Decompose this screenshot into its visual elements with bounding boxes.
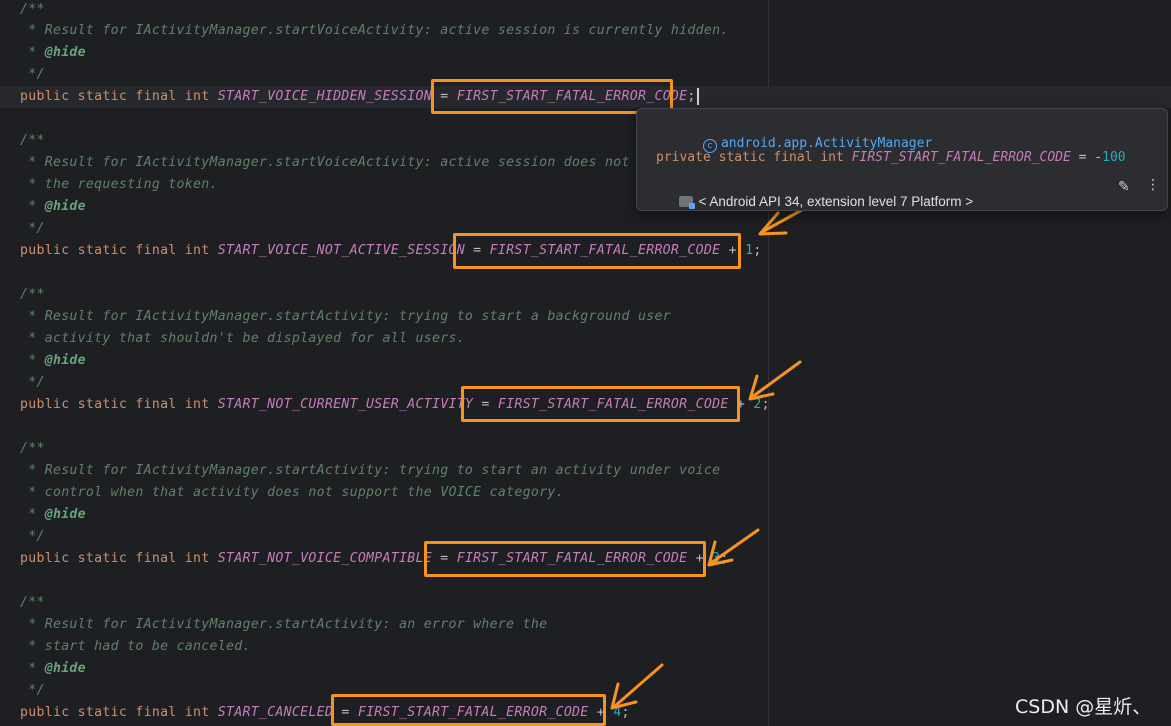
more-vertical-icon[interactable]: ⋮: [1146, 177, 1160, 193]
quick-doc-popup[interactable]: c android.app.ActivityManager private sta…: [636, 108, 1168, 211]
watermark: CSDN @星炘、: [1015, 696, 1152, 718]
folder-module-icon: [678, 196, 695, 209]
arrow-icon: [748, 360, 802, 401]
class-link[interactable]: android.app.ActivityManager: [721, 136, 932, 151]
code-editor[interactable]: /** * Result for IActivityManager.startV…: [0, 0, 1171, 726]
popup-api-level[interactable]: < Android API 34, extension level 7 Plat…: [656, 179, 973, 224]
arrow-icon: [707, 528, 760, 567]
pencil-icon[interactable]: ✎: [1118, 179, 1130, 195]
popup-declaration: private static final int FIRST_START_FAT…: [656, 150, 1126, 165]
arrow-icon: [610, 663, 664, 710]
